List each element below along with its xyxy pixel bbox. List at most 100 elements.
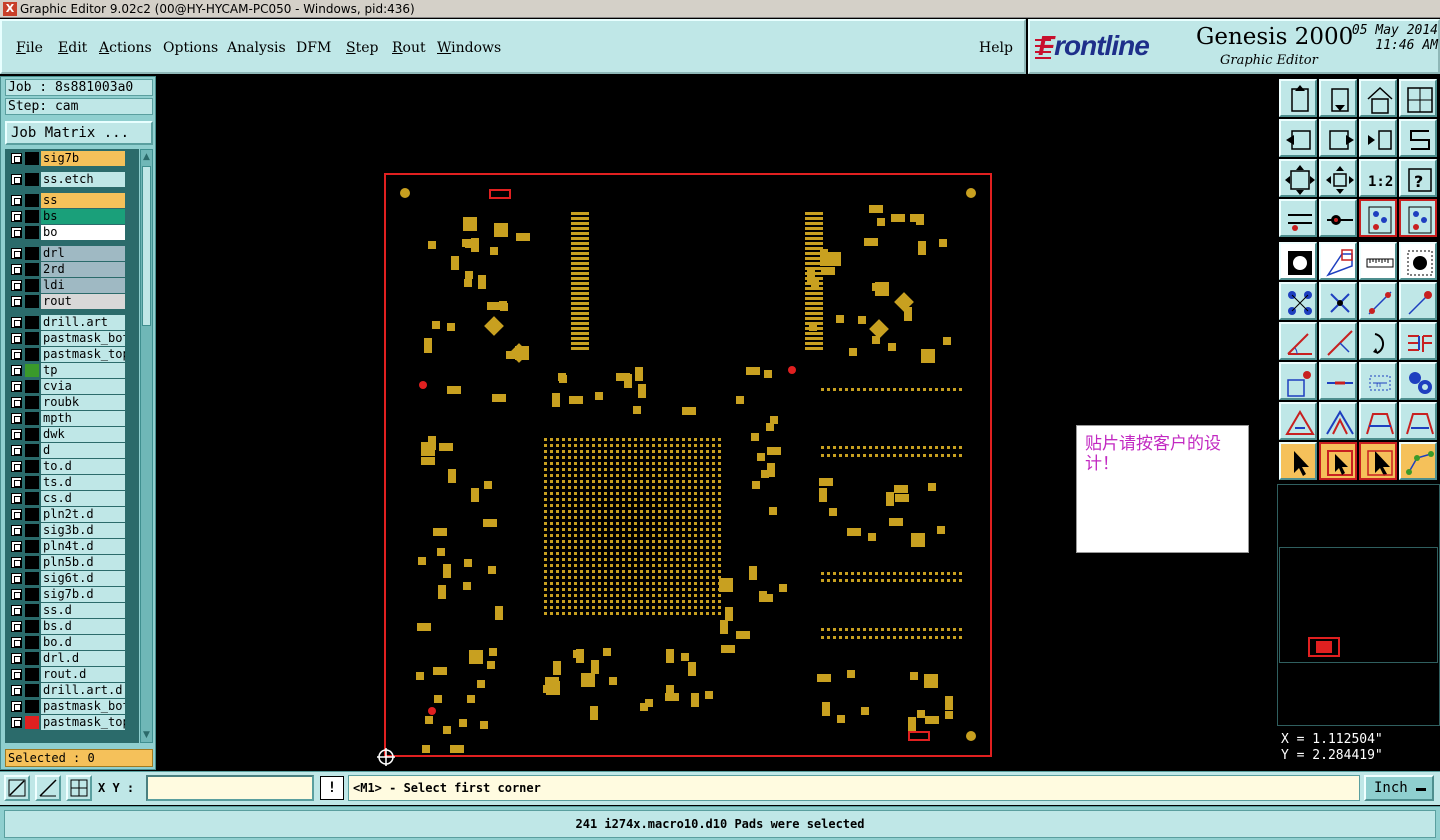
- point-red-icon[interactable]: [1279, 362, 1317, 400]
- layer-checkbox[interactable]: [11, 333, 22, 344]
- node-edit-icon[interactable]: [1399, 442, 1437, 480]
- angle-snap-icon[interactable]: [35, 775, 61, 801]
- layer-color-swatch[interactable]: [25, 460, 39, 473]
- fit-center-icon[interactable]: [1319, 159, 1357, 197]
- unit-select[interactable]: Inch: [1364, 775, 1434, 801]
- layer-color-swatch[interactable]: [25, 572, 39, 585]
- mirror-icon[interactable]: [1359, 119, 1397, 157]
- layer-checkbox[interactable]: [11, 413, 22, 424]
- layer-checkbox[interactable]: [11, 589, 22, 600]
- layer-checkbox[interactable]: [11, 296, 22, 307]
- layer-color-swatch[interactable]: [25, 604, 39, 617]
- pointer-select-icon[interactable]: [1359, 442, 1397, 480]
- split-feature-icon[interactable]: [1399, 322, 1437, 360]
- layer-row[interactable]: tp: [5, 363, 139, 378]
- layer-name[interactable]: rout.d: [41, 667, 125, 682]
- layer-row[interactable]: drill.art: [5, 315, 139, 330]
- layer-name[interactable]: sig6t.d: [41, 571, 125, 586]
- layer-checkbox[interactable]: [11, 637, 22, 648]
- arc-icon[interactable]: [1359, 322, 1397, 360]
- layer-row[interactable]: mpth: [5, 411, 139, 426]
- layer-checkbox[interactable]: [11, 541, 22, 552]
- layer-row[interactable]: dwk: [5, 427, 139, 442]
- layer-name[interactable]: ss: [41, 193, 125, 208]
- layer-checkbox[interactable]: [11, 227, 22, 238]
- layer-row[interactable]: cs.d: [5, 491, 139, 506]
- layer-name[interactable]: roubk: [41, 395, 125, 410]
- layer-color-swatch[interactable]: [25, 226, 39, 239]
- layer-color-swatch[interactable]: [25, 588, 39, 601]
- layer-name[interactable]: ts.d: [41, 475, 125, 490]
- triangle-cross-icon[interactable]: [1399, 402, 1437, 440]
- pcb-board-view[interactable]: [157, 76, 1275, 770]
- layer-color-swatch[interactable]: [25, 316, 39, 329]
- layer-row[interactable]: bo: [5, 225, 139, 240]
- triangle-up-icon[interactable]: [1319, 402, 1357, 440]
- pan-down-icon[interactable]: [1319, 79, 1357, 117]
- layer-row[interactable]: to.d: [5, 459, 139, 474]
- layer-row[interactable]: pln4t.d: [5, 539, 139, 554]
- layer-name[interactable]: to.d: [41, 459, 125, 474]
- layer-color-swatch[interactable]: [25, 716, 39, 729]
- scroll-down-icon[interactable]: ▼: [142, 730, 151, 740]
- job-matrix-button[interactable]: Job Matrix ...: [5, 121, 153, 145]
- layer-checkbox[interactable]: [11, 211, 22, 222]
- layer-color-swatch[interactable]: [25, 668, 39, 681]
- split-view-icon[interactable]: [1399, 79, 1437, 117]
- layer-name[interactable]: bs.d: [41, 619, 125, 634]
- layer-color-swatch[interactable]: [25, 476, 39, 489]
- layer-row[interactable]: cvia: [5, 379, 139, 394]
- layer-row[interactable]: ldi: [5, 278, 139, 293]
- layer-color-swatch[interactable]: [25, 412, 39, 425]
- line-segment-icon[interactable]: [1319, 362, 1357, 400]
- layer-checkbox[interactable]: [11, 349, 22, 360]
- layer-name[interactable]: sig7b: [41, 151, 125, 166]
- layer-name[interactable]: pastmask_top: [41, 347, 125, 362]
- pan-right-icon[interactable]: [1319, 119, 1357, 157]
- layer-row[interactable]: d: [5, 443, 139, 458]
- layer-color-swatch[interactable]: [25, 524, 39, 537]
- triangle-icon[interactable]: [1279, 402, 1317, 440]
- menu-dfm[interactable]: DFM: [296, 39, 331, 57]
- help-icon[interactable]: ?: [1399, 159, 1437, 197]
- menu-edit[interactable]: Edit: [58, 39, 87, 57]
- layer-name[interactable]: ss.d: [41, 603, 125, 618]
- ratio-one-to-two-icon[interactable]: 1:2: [1359, 159, 1397, 197]
- layer-name[interactable]: drl.d: [41, 651, 125, 666]
- endpoint-icon[interactable]: [1399, 282, 1437, 320]
- cluster-icon[interactable]: [1399, 362, 1437, 400]
- net-select-icon[interactable]: [1279, 282, 1317, 320]
- layer-row[interactable]: sig7b.d: [5, 587, 139, 602]
- layer-checkbox[interactable]: [11, 381, 22, 392]
- measure-tools-icon[interactable]: [1279, 199, 1317, 237]
- layer-checkbox[interactable]: [11, 153, 22, 164]
- layer-row[interactable]: pastmask_bot: [5, 699, 139, 714]
- s-curve-icon[interactable]: [1399, 119, 1437, 157]
- layer-color-swatch[interactable]: [25, 540, 39, 553]
- layer-name[interactable]: bo: [41, 225, 125, 240]
- angle-icon[interactable]: [1279, 322, 1317, 360]
- home-icon[interactable]: [1359, 79, 1397, 117]
- layer-checkbox[interactable]: [11, 605, 22, 616]
- layer-name[interactable]: tp: [41, 363, 125, 378]
- dimension-icon[interactable]: n: [1359, 362, 1397, 400]
- layer-checkbox[interactable]: [11, 445, 22, 456]
- pointer-box-icon[interactable]: [1319, 442, 1357, 480]
- cross-select-icon[interactable]: [1319, 282, 1357, 320]
- layer-name[interactable]: sig3b.d: [41, 523, 125, 538]
- layer-checkbox[interactable]: [11, 509, 22, 520]
- layer-name[interactable]: pln5b.d: [41, 555, 125, 570]
- layer-color-swatch[interactable]: [25, 152, 39, 165]
- layer-name[interactable]: pln4t.d: [41, 539, 125, 554]
- layer-name[interactable]: drill.art: [41, 315, 125, 330]
- layer-name[interactable]: drill.art.d: [41, 683, 125, 698]
- layer-row[interactable]: sig7b: [5, 151, 139, 166]
- layer-checkbox[interactable]: [11, 701, 22, 712]
- triangle-bridge-icon[interactable]: [1359, 402, 1397, 440]
- layer-checkbox[interactable]: [11, 621, 22, 632]
- layer-color-swatch[interactable]: [25, 636, 39, 649]
- layer-name[interactable]: bs: [41, 209, 125, 224]
- layer-row[interactable]: drl: [5, 246, 139, 261]
- layer-checkbox[interactable]: [11, 195, 22, 206]
- layer-color-swatch[interactable]: [25, 684, 39, 697]
